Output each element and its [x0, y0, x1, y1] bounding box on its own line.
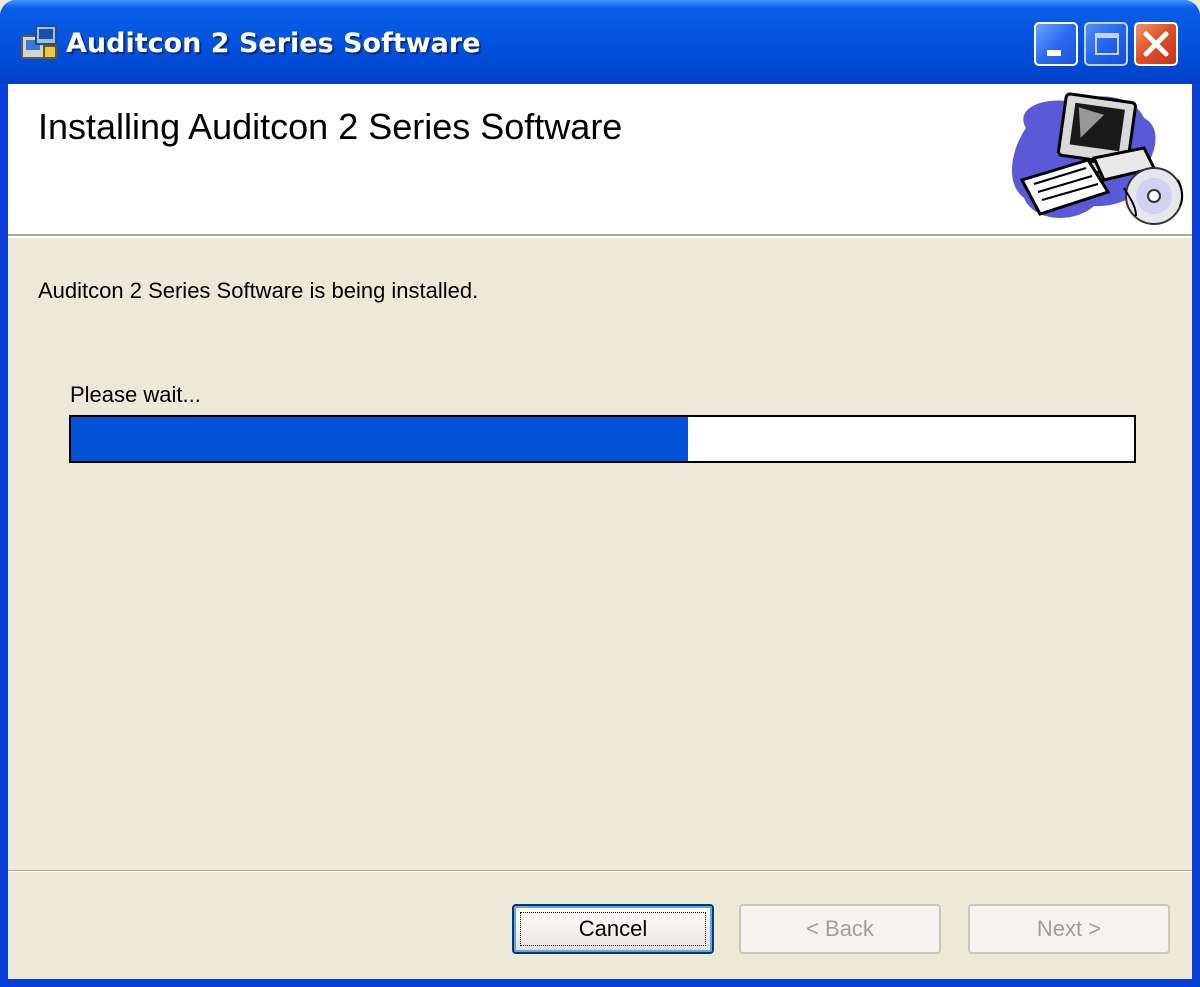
install-status-text: Auditcon 2 Series Software is being inst…	[38, 278, 479, 303]
window-title: Auditcon 2 Series Software	[66, 28, 481, 59]
progress-fill	[71, 417, 688, 461]
installer-window: Auditcon 2 Series Software Installing Au…	[0, 0, 1200, 987]
page-title: Installing Auditcon 2 Series Software	[38, 106, 623, 147]
maximize-icon	[1095, 33, 1119, 55]
back-button-label: < Back	[806, 916, 874, 941]
cancel-button[interactable]: Cancel	[512, 904, 714, 954]
minimize-icon	[1047, 50, 1061, 56]
next-button-label: Next >	[1036, 916, 1102, 941]
maximize-button[interactable]	[1084, 22, 1128, 66]
please-wait-label: Please wait...	[70, 382, 201, 407]
minimize-button[interactable]	[1034, 22, 1078, 66]
back-button[interactable]: < Back	[739, 904, 941, 954]
installer-app-icon	[21, 25, 57, 59]
close-icon	[1143, 31, 1169, 57]
dialog-client-area: Installing Auditcon 2 Series Software Au…	[8, 84, 1192, 979]
next-button[interactable]: Next >	[968, 904, 1170, 954]
install-progress-bar	[69, 415, 1136, 463]
computer-cd-icon	[1011, 92, 1184, 225]
focus-ring	[520, 912, 706, 946]
title-bar[interactable]: Auditcon 2 Series Software	[0, 0, 1200, 84]
footer-separator	[8, 870, 1192, 872]
header-banner: Installing Auditcon 2 Series Software	[8, 84, 1192, 238]
close-button[interactable]	[1134, 22, 1178, 66]
